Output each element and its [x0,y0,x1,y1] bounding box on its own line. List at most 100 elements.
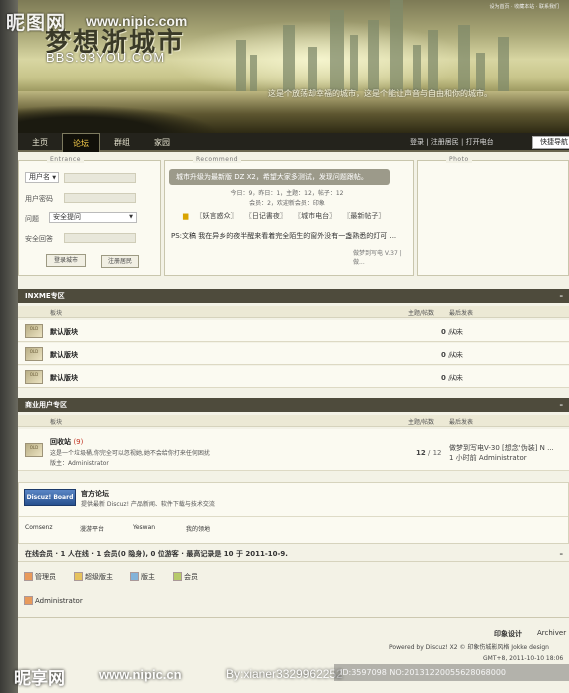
announcement-banner[interactable]: 城市升级为最新版 DZ X2，希望大家多测试，发现问题跟帖。 [169,169,390,185]
password-input[interactable] [64,193,136,203]
security-question-value: 安全提问 [53,213,81,221]
nav-item-groups[interactable]: 群组 [104,133,140,152]
watermark-top: 昵图网 [6,13,67,34]
friend-link-manyou[interactable]: 漫游平台 [80,524,104,533]
folder-icon: ▆ [183,212,189,220]
friend-link-my-domain[interactable]: 我的领地 [186,524,210,533]
quick-nav-button[interactable]: 快捷导航 ▼ [532,136,569,149]
watermark-bottom: 昵享网 [14,669,65,688]
friend-link-comsenz[interactable]: Comsenz [25,524,52,531]
banner-rocks [18,105,218,133]
member-user-icon [173,572,182,581]
official-title[interactable]: 官方论坛 [81,489,109,499]
watermark-top-url: www.nipic.com [86,13,188,29]
chevron-down-icon: ▼ [129,214,133,220]
banner-building [390,0,403,95]
forum-row[interactable]: OLD 默认版块 0 / 0 从未 [18,366,569,388]
watermark-id: ID:3597098 NO:20131220055628068000 [334,664,569,681]
section-title: 商业用户专区 [25,401,67,409]
nav-item-forum[interactable]: 论坛 [62,133,100,152]
forum-old-icon: OLD [25,443,43,457]
watermark-bottom-author: By:xianer3329962252 [226,667,343,681]
register-button[interactable]: 注册居民 [101,255,139,268]
forum-row[interactable]: OLD 默认版块 0 / 0 从未 [18,320,569,342]
username-input[interactable] [64,173,136,183]
forum-description: 这是一个垃圾桶,你完全可以忽视她,她不会给你打来任何困扰 [50,450,210,457]
online-user[interactable]: Administrator [24,596,83,605]
col-last-post: 最后发表 [449,419,474,426]
forum-last-post-title[interactable]: 做梦到写电V-30 [想念'伪装] N ... [449,443,554,453]
powered-by: Powered by Discuz! X2 © 印象伤城影风格 Jokke de… [389,644,549,651]
forum-row[interactable]: OLD 默认版块 0 / 0 从未 [18,343,569,365]
tab-diary[interactable]: 〖日记書夜〗 [245,212,287,220]
legend-mod: 版主 [130,572,155,582]
security-answer-input[interactable] [64,233,136,243]
login-panel-title: Entrance [47,156,84,163]
username-type-value: 用户名 [29,173,50,181]
col-counts: 主题/帖数 [408,310,435,317]
forum-title[interactable]: 回收站 (9) [50,437,83,447]
banner-building [283,25,295,95]
banner-building [498,37,509,95]
forum-old-icon: OLD [25,347,43,361]
forum-last-post-time[interactable]: 1 小时前 Administrator [449,453,527,463]
login-panel: Entrance 用户名 ▼ 用户密码 问题 安全提问 ▼ 安全回答 登录城市 注… [18,156,161,276]
nav-user-links[interactable]: 登录 | 注册居民 | 打开电台 [410,133,494,152]
section-inxme-header[interactable]: INXME专区 – [18,289,569,303]
login-button[interactable]: 登录城市 [46,254,86,267]
forum-row[interactable]: OLD 回收站 (9) 这是一个垃圾桶,你完全可以忽视她,她不会给你打来任何困扰… [18,429,569,471]
password-label: 用户密码 [25,195,53,203]
admin-user-icon [24,596,33,605]
online-members-header[interactable]: 在线会员 · 1 人在线 · 1 会员(0 隐身), 0 位游客 · 最高记录是… [18,547,569,562]
discuz-logo[interactable]: Discuz! Board [24,489,76,506]
online-summary: 在线会员 · 1 人在线 · 1 会员(0 隐身), 0 位游客 · 最高记录是… [25,550,288,558]
page-footer: 印象设计 Archiver Powered by Discuz! X2 © 印象… [18,617,569,669]
mod-user-icon [130,572,139,581]
security-question-select[interactable]: 安全提问 ▼ [49,212,137,223]
section-title: INXME专区 [25,292,65,300]
banner-building [330,10,344,95]
forum-title[interactable]: 默认版块 [50,373,78,383]
recommend-post-link[interactable]: PS:文稿 我在异乡的夜半醒来看着完全陌生的窗外没有一盏熟悉的灯可 ... [171,231,396,241]
nav-item-home[interactable]: 主页 [22,133,58,152]
banner-building [428,30,438,95]
col-last-post: 最后发表 [449,310,474,317]
banner-slogan: 这是个放荡却幸福的城市，这是个能让声音与自由和你的城市。 [268,89,492,98]
quick-nav-label: 快捷导航 [540,138,568,146]
forum-title[interactable]: 默认版块 [50,327,78,337]
question-label: 问题 [25,215,39,223]
collapse-icon[interactable]: – [560,289,564,303]
footer-link[interactable]: 印象设计 [494,629,522,639]
top-mini-links[interactable]: 设为首页 · 收藏本站 · 联系我们 [489,3,559,10]
archiver-link[interactable]: Archiver [537,629,566,637]
watermark-bottom-url: www.nipic.cn [99,667,182,682]
tab-yaoyan[interactable]: 〖妖言惑众〗 [196,212,238,220]
collapse-icon[interactable]: – [560,398,564,412]
tab-radio[interactable]: 〖城市电台〗 [294,212,336,220]
banner-building [368,20,379,95]
forum-column-header: 板块 主题/帖数 最后发表 [18,415,569,427]
recommend-panel: Recommend 城市升级为最新版 DZ X2，希望大家多测试，发现问题跟帖。… [164,156,414,276]
admin-user-icon [24,572,33,581]
collapse-icon[interactable]: – [560,547,564,562]
recommend-post-meta[interactable]: 做梦到写电 V.37 | 做... [353,248,413,266]
left-decor-bar [0,0,18,693]
member-stats: 会员：2，欢迎新会员：印象 [249,200,325,207]
friend-link-yeswan[interactable]: Yeswan [133,524,155,531]
tab-latest[interactable]: 〖最新帖子〗 [343,212,385,220]
nav-item-space[interactable]: 家园 [144,133,180,152]
server-time: GMT+8, 2011-10-10 18:06 [483,655,564,662]
col-forum: 板块 [50,419,63,426]
forum-stats: 今日：9，昨日：1，主题：12，帖子：12 [230,190,344,197]
forum-title[interactable]: 默认版块 [50,350,78,360]
section-business-header[interactable]: 商业用户专区 – [18,398,569,412]
banner-building [250,55,257,95]
forum-moderator[interactable]: 版主：Administrator [50,458,109,467]
banner-building [458,25,470,95]
forum-old-icon: OLD [25,370,43,384]
photo-panel-title: Photo [446,156,472,163]
username-type-select[interactable]: 用户名 ▼ [25,172,59,183]
col-forum: 板块 [50,310,63,317]
legend-admin: 管理员 [24,572,56,582]
recommend-panel-title: Recommend [193,156,242,163]
